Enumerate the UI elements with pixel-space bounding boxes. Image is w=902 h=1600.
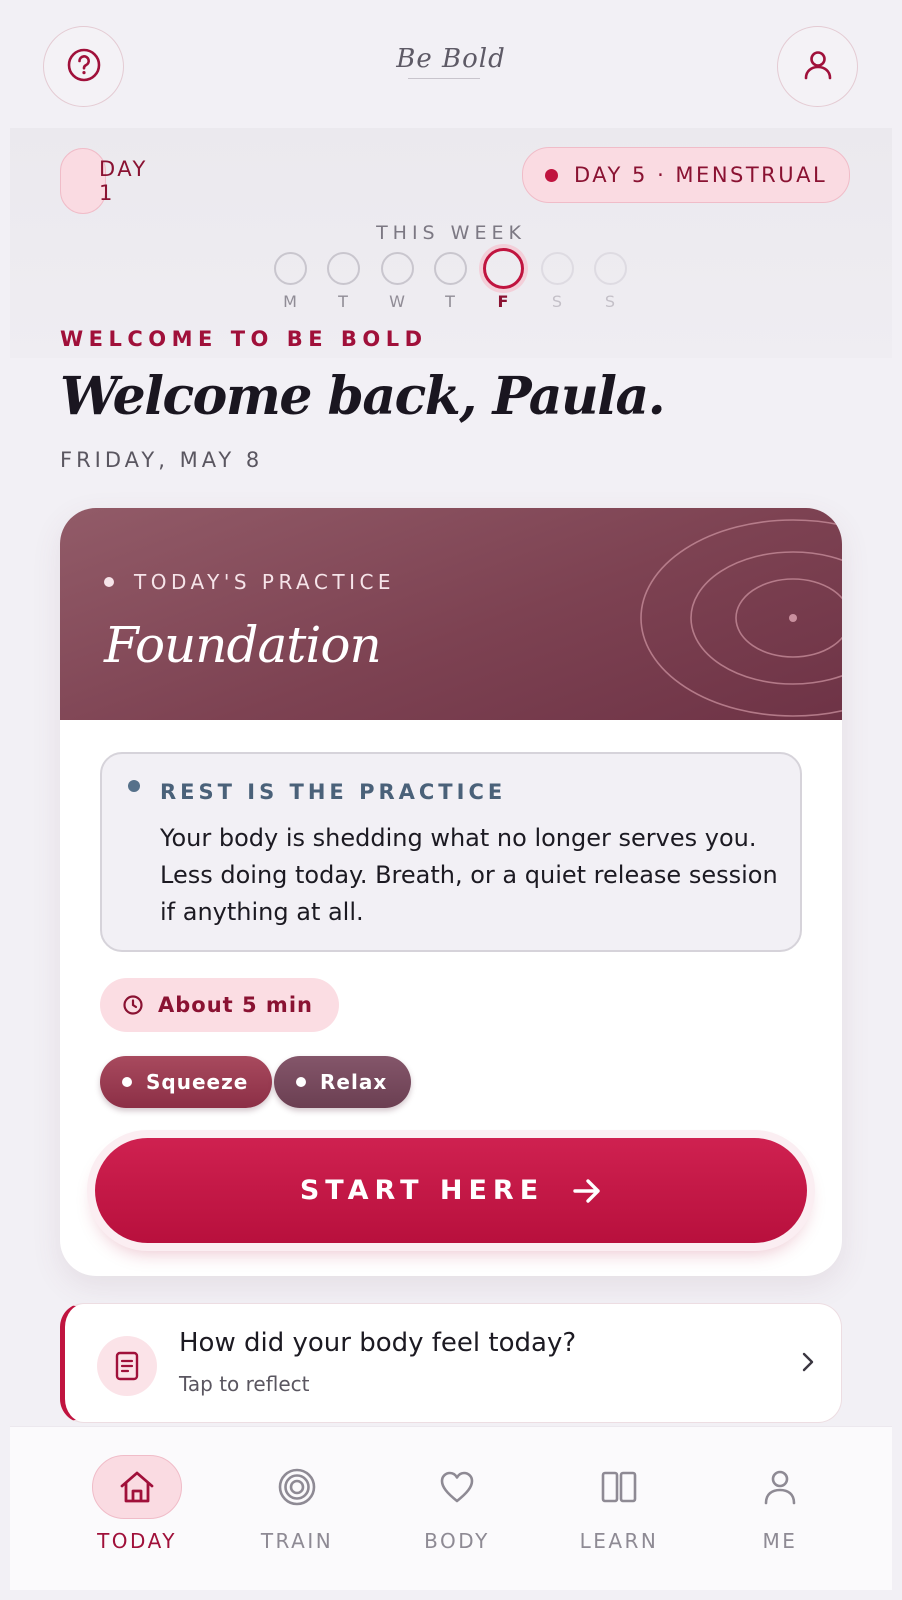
day-ring-active bbox=[483, 248, 524, 289]
day-letter: S bbox=[604, 292, 617, 311]
nav-label: ME bbox=[762, 1529, 798, 1553]
duration-label: About 5 min bbox=[158, 993, 313, 1017]
nav-train[interactable]: TRAIN bbox=[227, 1455, 367, 1565]
rest-note: REST IS THE PRACTICE Your body is sheddi… bbox=[100, 752, 802, 952]
practice-hero: TODAY'S PRACTICE Foundation bbox=[60, 508, 842, 720]
day-ring bbox=[381, 252, 414, 285]
profile-button[interactable] bbox=[777, 26, 858, 107]
cycle-phase-label: DAY 5 · MENSTRUAL bbox=[574, 163, 828, 187]
tag-relax[interactable]: Relax bbox=[274, 1056, 412, 1108]
user-icon bbox=[800, 47, 836, 87]
day-friday[interactable]: F bbox=[483, 248, 524, 316]
cycle-dot bbox=[545, 168, 558, 182]
book-icon bbox=[574, 1455, 664, 1519]
logo-underline bbox=[408, 78, 480, 79]
note-body: Your body is shedding what no longer ser… bbox=[160, 824, 778, 926]
page-title: Welcome back, Paula. bbox=[60, 366, 666, 427]
nav-learn[interactable]: LEARN bbox=[549, 1455, 689, 1565]
nav-me[interactable]: ME bbox=[710, 1455, 850, 1565]
reflect-title: How did your body feel today? bbox=[179, 1328, 577, 1358]
current-date: FRIDAY, MAY 8 bbox=[60, 448, 264, 472]
journal-icon bbox=[97, 1336, 157, 1396]
week-label: THIS WEEK bbox=[376, 222, 526, 244]
app-header: Be Bold bbox=[0, 0, 902, 130]
day-monday[interactable]: M bbox=[274, 250, 308, 316]
tag-squeeze[interactable]: Squeeze bbox=[100, 1056, 273, 1108]
day-sunday[interactable]: S bbox=[594, 250, 628, 316]
day-ring bbox=[327, 252, 360, 285]
user-icon bbox=[735, 1455, 825, 1519]
reflect-card[interactable]: How did your body feel today? Tap to ref… bbox=[60, 1303, 842, 1423]
day-letter: W bbox=[389, 292, 406, 311]
target-icon bbox=[252, 1455, 342, 1519]
eyebrow-dot bbox=[104, 577, 114, 587]
day-letter: F bbox=[497, 292, 510, 311]
note-title: REST IS THE PRACTICE bbox=[160, 780, 507, 804]
nav-body[interactable]: BODY bbox=[387, 1455, 527, 1565]
practice-card: TODAY'S PRACTICE Foundation REST IS THE … bbox=[60, 508, 842, 1276]
chevron-right-icon bbox=[801, 1350, 815, 1374]
day-ring bbox=[594, 252, 627, 285]
app-logo: Be Bold bbox=[396, 44, 506, 74]
clock-icon bbox=[122, 994, 144, 1016]
arrow-right-icon bbox=[572, 1178, 602, 1204]
day-letter: M bbox=[283, 292, 298, 311]
practice-eyebrow-label: TODAY'S PRACTICE bbox=[134, 570, 396, 594]
cycle-phase-badge[interactable]: DAY 5 · MENSTRUAL bbox=[522, 147, 851, 203]
tag-label: Squeeze bbox=[146, 1070, 249, 1094]
day-count-label: DAY 1 bbox=[99, 157, 148, 205]
day-letter: S bbox=[551, 292, 564, 311]
day-ring bbox=[434, 252, 467, 285]
target-rings-decoration bbox=[640, 519, 842, 717]
note-dot bbox=[128, 780, 140, 792]
day-letter: T bbox=[338, 292, 349, 311]
start-here-button[interactable]: START HERE bbox=[95, 1138, 807, 1243]
tag-dot bbox=[296, 1077, 306, 1087]
welcome-eyebrow: WELCOME TO BE BOLD bbox=[60, 327, 428, 351]
nav-today[interactable]: TODAY bbox=[67, 1455, 207, 1565]
nav-label: BODY bbox=[424, 1529, 490, 1553]
day-count-badge: DAY 1 bbox=[60, 148, 145, 214]
nav-label: TRAIN bbox=[260, 1529, 334, 1553]
day-saturday[interactable]: S bbox=[541, 250, 575, 316]
bottom-nav: TODAY TRAIN BODY LEARN ME bbox=[10, 1426, 892, 1590]
day-letter: T bbox=[445, 292, 456, 311]
start-here-label: START HERE bbox=[299, 1175, 545, 1206]
day-wednesday[interactable]: W bbox=[381, 250, 415, 316]
reflect-subtitle: Tap to reflect bbox=[179, 1372, 310, 1396]
nav-label: LEARN bbox=[579, 1529, 659, 1553]
day-tuesday[interactable]: T bbox=[327, 250, 361, 316]
tag-label: Relax bbox=[320, 1070, 388, 1094]
duration-badge: About 5 min bbox=[100, 978, 339, 1032]
home-icon bbox=[92, 1455, 182, 1519]
practice-title: Foundation bbox=[104, 616, 382, 674]
nav-label: TODAY bbox=[97, 1529, 177, 1553]
day-thursday[interactable]: T bbox=[434, 250, 468, 316]
practice-eyebrow: TODAY'S PRACTICE bbox=[104, 570, 395, 594]
tag-dot bbox=[122, 1077, 132, 1087]
day-ring bbox=[541, 252, 574, 285]
day-ring bbox=[274, 252, 307, 285]
heart-icon bbox=[412, 1455, 502, 1519]
